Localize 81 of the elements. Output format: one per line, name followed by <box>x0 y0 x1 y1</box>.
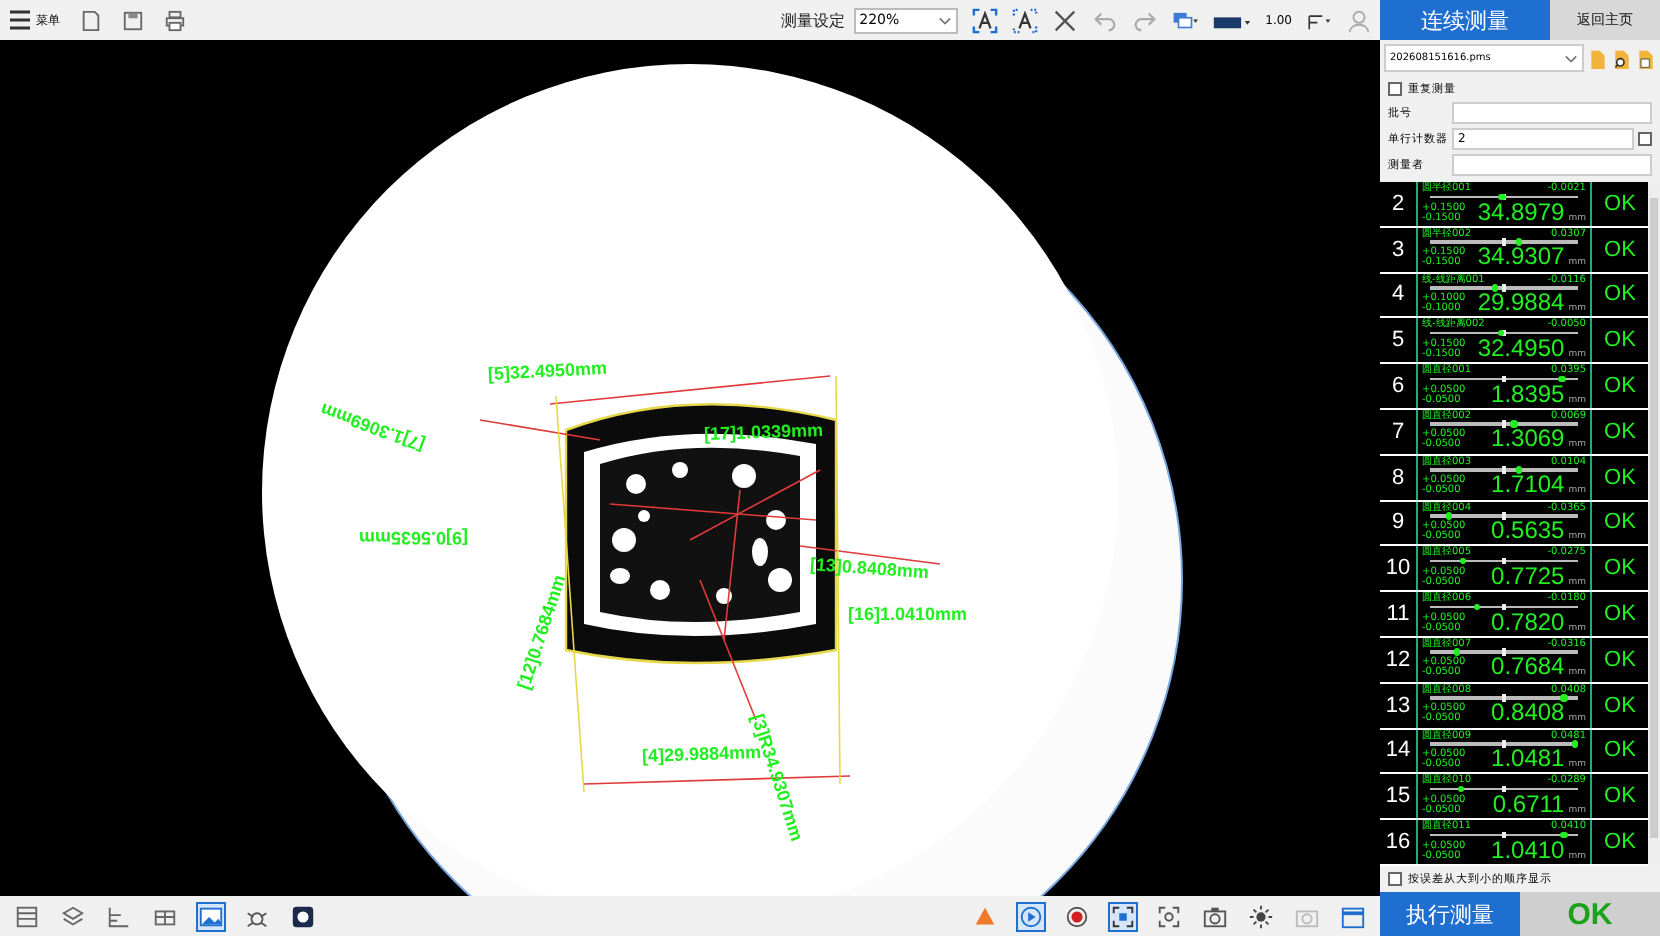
input-field[interactable] <box>1452 154 1652 176</box>
menu-icon <box>8 8 32 32</box>
row-number: 6 <box>1389 372 1407 403</box>
status-label: OK <box>1602 691 1638 722</box>
status-label: OK <box>1602 736 1638 767</box>
measurement-annotation: [9]0.5635mm <box>358 528 468 546</box>
new-file-icon[interactable] <box>80 9 102 31</box>
measured-value: 1.3069 <box>1489 426 1565 451</box>
list-icon[interactable] <box>14 903 40 929</box>
fit-view-icon[interactable] <box>1110 903 1136 929</box>
status-label: OK <box>1602 828 1638 859</box>
measurement-annotation: [13]0.8408mm <box>809 556 930 583</box>
status-label: OK <box>1602 372 1638 403</box>
status-label: OK <box>1602 554 1638 585</box>
status-label: OK <box>1602 189 1638 220</box>
measured-value: 1.0481 <box>1489 746 1565 771</box>
overall-status: OK <box>1520 892 1660 936</box>
measured-value: 0.6711 <box>1490 791 1565 816</box>
status-label: OK <box>1602 326 1638 357</box>
row-number: 14 <box>1383 736 1413 767</box>
layers-icon[interactable] <box>60 903 86 929</box>
status-label: OK <box>1602 280 1638 311</box>
zoom-actual-icon[interactable] <box>1011 7 1038 33</box>
measured-value: 0.7684 <box>1489 654 1565 679</box>
run-measurement-button[interactable]: 执行测量 <box>1380 892 1520 936</box>
status-label: OK <box>1602 600 1638 631</box>
measured-value: 29.9884 <box>1475 290 1565 315</box>
measured-value: 1.8395 <box>1489 381 1565 406</box>
row-number: 11 <box>1384 600 1412 631</box>
caret-icon <box>937 15 952 25</box>
ruler-icon[interactable] <box>106 903 132 929</box>
save-icon[interactable] <box>122 9 144 31</box>
zoom-label: 测量设定 <box>781 9 846 31</box>
row-number: 13 <box>1383 691 1413 722</box>
calendar-icon[interactable] <box>1340 903 1366 929</box>
status-label: OK <box>1602 463 1638 494</box>
status-label: OK <box>1602 645 1638 676</box>
measured-value: 0.7820 <box>1489 609 1565 634</box>
row-number: 16 <box>1383 828 1413 859</box>
row-number: 4 <box>1389 280 1407 311</box>
camera-app-icon[interactable] <box>290 903 316 929</box>
layers-icon[interactable] <box>1171 7 1198 33</box>
row-number: 9 <box>1389 508 1407 539</box>
row-number: 2 <box>1389 189 1407 220</box>
tab[interactable]: 连续测量 <box>1380 0 1551 40</box>
row-number: 15 <box>1383 782 1413 813</box>
status-label: OK <box>1602 417 1638 448</box>
measured-value: 34.8979 <box>1475 199 1565 223</box>
measurement-annotation: [5]32.4950mm <box>487 359 608 384</box>
play-icon[interactable] <box>1018 903 1044 929</box>
search-icon[interactable] <box>1612 45 1632 71</box>
status-label: OK <box>1602 782 1638 813</box>
measured-value: 1.0410 <box>1489 837 1565 862</box>
record-icon[interactable] <box>1064 903 1090 929</box>
row-number: 7 <box>1389 417 1407 448</box>
status-label: OK <box>1602 508 1638 539</box>
measured-value: 0.5635 <box>1489 518 1565 543</box>
row-number: 8 <box>1389 463 1407 494</box>
camera-icon[interactable] <box>1202 903 1228 929</box>
image-icon[interactable] <box>198 903 224 929</box>
measurement-annotation: [16]1.0410mm <box>848 606 968 624</box>
status-label: OK <box>1602 235 1638 266</box>
measurement-annotation: [17]1.0339mm <box>703 421 824 444</box>
row-number: 3 <box>1389 235 1407 266</box>
document-icon[interactable] <box>1636 45 1656 71</box>
measured-value: 0.8408 <box>1489 700 1565 725</box>
measured-value: 0.7725 <box>1489 563 1565 588</box>
zoom-fit-icon[interactable] <box>971 7 998 33</box>
close-icon[interactable] <box>1051 7 1078 33</box>
caret-icon <box>1564 53 1578 63</box>
row-number: 12 <box>1383 645 1413 676</box>
row-number: 5 <box>1389 326 1407 357</box>
measured-value: 34.9307 <box>1475 244 1565 269</box>
measured-value: 1.7104 <box>1489 472 1565 497</box>
row-number: 10 <box>1383 554 1413 585</box>
measured-value: 32.4950 <box>1475 335 1565 360</box>
checkbox[interactable] <box>1638 132 1652 146</box>
input-field[interactable] <box>1452 102 1652 124</box>
focus-icon[interactable] <box>1156 903 1182 929</box>
print-icon[interactable] <box>164 9 186 31</box>
brightness-icon[interactable] <box>1248 903 1274 929</box>
